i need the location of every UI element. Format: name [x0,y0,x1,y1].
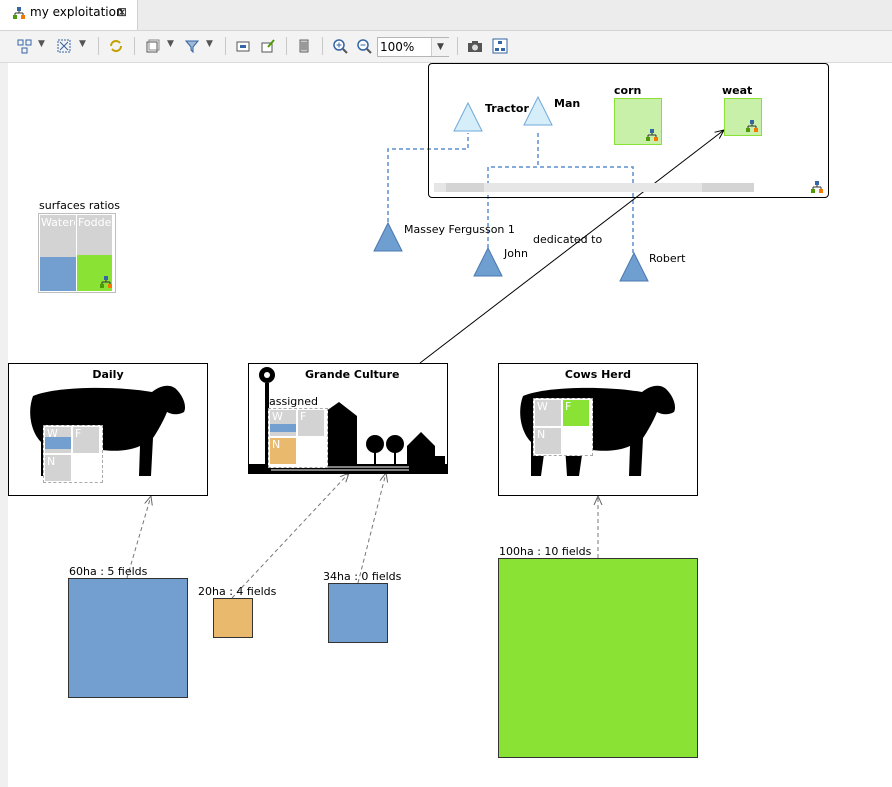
robert-triangle[interactable] [619,252,649,282]
diagram-icon [746,120,758,132]
surfaces-ratios-chart[interactable]: Watere Fodde [38,213,116,293]
workshop-daily[interactable]: Daily W F N [8,363,208,496]
cell-n: N [47,455,56,468]
diagram-icon [100,276,112,288]
workshop-allocation-chart: W F N [43,425,103,483]
cell-w: W [537,400,548,413]
cell-n: N [272,438,281,451]
cell-w: W [47,427,58,440]
man-type-triangle[interactable] [523,96,553,126]
field-label: 100ha : 10 fields [499,545,592,558]
workshop-allocation-chart: W F N [268,408,328,468]
tractor-type-triangle[interactable] [453,102,483,132]
workshop-cows-herd[interactable]: Cows Herd W F N [498,363,698,496]
cell-f: F [300,410,307,423]
cell-f: F [75,427,82,440]
field-label: 34ha : 0 fields [323,570,402,583]
corn-type-label: corn [614,84,642,97]
diagram-icon [646,129,658,141]
massey-fergusson-label: Massey Fergusson 1 [404,223,515,236]
cell-f: F [565,400,572,413]
workshop-title: Daily [92,368,124,381]
field-label: 60ha : 5 fields [69,565,148,578]
man-type-label: Man [554,97,581,110]
cell-n: N [537,428,546,441]
field-link-34 [357,473,386,584]
field-label: 20ha : 4 fields [198,585,277,598]
cell-w: W [272,410,283,423]
field-60ha[interactable] [68,578,188,698]
surfaces-ratios-label: surfaces ratios [39,199,120,212]
weat-type-label: weat [722,84,753,97]
weat-type-square[interactable] [724,98,762,136]
field-20ha[interactable] [213,598,253,638]
dedicated-to-label: dedicated to [533,233,603,246]
john-label: John [504,247,528,260]
diagram-icon [811,181,823,193]
john-triangle[interactable] [473,247,503,277]
field-100ha[interactable] [498,558,698,758]
robert-label: Robert [649,252,686,265]
water-label: Watere [41,216,75,229]
corn-type-square[interactable] [614,98,662,145]
scroll-thumb[interactable] [702,183,754,192]
scroll-thumb[interactable] [446,183,484,192]
fodder-label: Fodde [78,216,112,229]
palette-scrollbar[interactable] [434,183,754,192]
workshop-grande-culture[interactable]: Grande Culture assigned W F N [248,363,448,474]
water-ratio-bar [40,257,76,291]
field-34ha[interactable] [328,583,388,643]
workshop-allocation-chart: W F N [533,398,593,456]
workshop-title: Cows Herd [564,368,632,381]
massey-fergusson-triangle[interactable] [373,222,403,252]
assigned-label: assigned [269,395,318,408]
